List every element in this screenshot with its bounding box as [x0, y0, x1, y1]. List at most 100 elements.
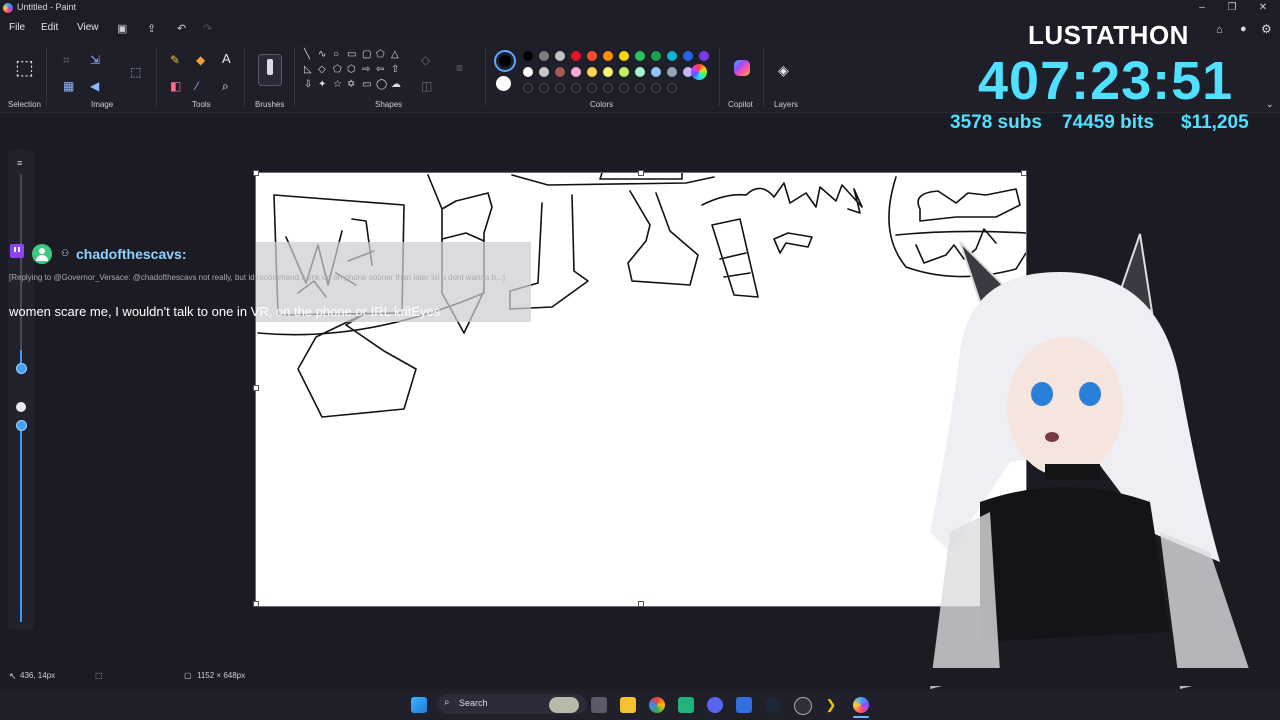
task-view-icon[interactable]	[591, 697, 607, 713]
color-swatch[interactable]	[619, 67, 629, 77]
resize-handle[interactable]	[253, 601, 259, 607]
resize-handle[interactable]	[638, 601, 644, 607]
selection-rect-icon[interactable]: ⬚	[15, 58, 34, 78]
custom-color-slot[interactable]	[587, 83, 597, 93]
custom-color-slot[interactable]	[539, 83, 549, 93]
custom-color-slot[interactable]	[603, 83, 613, 93]
color-swatch[interactable]	[523, 51, 533, 61]
magnifier-icon[interactable]: ⌕	[222, 80, 229, 92]
steam-icon[interactable]	[765, 697, 781, 713]
minimize-button[interactable]: –	[1188, 0, 1216, 16]
primary-color-ring[interactable]	[494, 50, 516, 72]
fill-icon[interactable]: ◆	[196, 54, 205, 66]
color-swatch[interactable]	[571, 67, 581, 77]
six-point-star-shape-icon[interactable]: ✡	[347, 80, 355, 90]
layers-icon[interactable]: ◈	[778, 63, 789, 77]
pentagon-shape-icon[interactable]: ⬠	[333, 65, 342, 75]
color-swatch[interactable]	[619, 51, 629, 61]
resize-handle[interactable]	[253, 170, 259, 176]
undo-icon[interactable]: ↶	[177, 22, 186, 35]
custom-color-slot[interactable]	[571, 83, 581, 93]
crop-icon[interactable]: ⌗	[63, 54, 70, 66]
custom-color-slot[interactable]	[667, 83, 677, 93]
custom-color-slot[interactable]	[651, 83, 661, 93]
resize-handle[interactable]	[638, 170, 644, 176]
down-arrow-shape-icon[interactable]: ⇩	[304, 80, 312, 90]
color-picker-icon[interactable]: ⁄	[196, 80, 198, 92]
resize-handle[interactable]	[253, 385, 259, 391]
polygon-shape-icon[interactable]: ⬠	[376, 50, 385, 60]
color-swatch[interactable]	[699, 51, 709, 61]
settings-icon[interactable]: ⚙	[1261, 22, 1272, 36]
custom-color-slot[interactable]	[523, 83, 533, 93]
maximize-button[interactable]: ❐	[1218, 0, 1246, 16]
five-point-star-shape-icon[interactable]: ☆	[333, 80, 342, 90]
menu-edit[interactable]: Edit	[41, 22, 58, 33]
callout-rect-shape-icon[interactable]: ▭	[362, 80, 371, 90]
brush-selector[interactable]	[258, 54, 282, 86]
outline-icon[interactable]: ◇	[421, 54, 430, 66]
color-swatch[interactable]	[539, 67, 549, 77]
shape-size-icon[interactable]: ≡	[456, 62, 463, 74]
color-swatch[interactable]	[651, 51, 661, 61]
chevron-down-icon[interactable]: ⌄	[1266, 98, 1274, 110]
edit-colors-icon[interactable]	[691, 64, 707, 80]
left-arrow-shape-icon[interactable]: ⇦	[376, 65, 384, 75]
hexagon-shape-icon[interactable]: ⬡	[347, 65, 356, 75]
diamond-shape-icon[interactable]: ◇	[318, 65, 326, 75]
line-shape-icon[interactable]: ╲	[304, 50, 310, 60]
color-swatch[interactable]	[603, 67, 613, 77]
color-swatch[interactable]	[539, 51, 549, 61]
feedback-icon[interactable]: ⌂	[1216, 24, 1223, 36]
account-icon[interactable]: ●	[1240, 23, 1247, 35]
custom-color-slot[interactable]	[635, 83, 645, 93]
menu-file[interactable]: File	[9, 22, 25, 33]
four-point-star-shape-icon[interactable]: ✦	[318, 80, 326, 90]
bitwarden-icon[interactable]	[736, 697, 752, 713]
save-icon[interactable]: ▣	[117, 22, 127, 35]
callout-oval-shape-icon[interactable]: ◯	[376, 80, 387, 90]
text-icon[interactable]: A	[222, 52, 231, 65]
color-swatch[interactable]	[603, 51, 613, 61]
color-swatch[interactable]	[635, 67, 645, 77]
share-icon[interactable]: ⇪	[147, 22, 156, 35]
color-swatch[interactable]	[587, 67, 597, 77]
opacity-slider-fill[interactable]	[20, 422, 22, 622]
resize-handle[interactable]	[1021, 170, 1027, 176]
pencil-icon[interactable]: ✎	[170, 54, 180, 66]
triangle-shape-icon[interactable]: △	[391, 50, 399, 60]
copilot-icon[interactable]	[734, 60, 750, 76]
color-swatch[interactable]	[635, 51, 645, 61]
close-button[interactable]: ✕	[1249, 0, 1277, 16]
rotate-icon[interactable]: ◀	[90, 80, 99, 92]
rounded-rectangle-shape-icon[interactable]: ▢	[362, 50, 371, 60]
chrome-icon[interactable]	[649, 697, 665, 713]
color-swatch[interactable]	[667, 67, 677, 77]
redo-icon[interactable]: ↷	[203, 22, 212, 35]
right-triangle-shape-icon[interactable]: ◺	[304, 65, 312, 75]
fill-shape-icon[interactable]: ◫	[421, 80, 432, 92]
plex-icon[interactable]: ❯	[823, 697, 839, 713]
up-arrow-shape-icon[interactable]: ⇧	[391, 65, 399, 75]
eraser-icon[interactable]: ◧	[170, 80, 181, 92]
menu-view[interactable]: View	[77, 22, 99, 33]
color-swatch[interactable]	[667, 51, 677, 61]
file-explorer-icon[interactable]	[620, 697, 636, 713]
color-swatch[interactable]	[523, 67, 533, 77]
size-slider-track[interactable]	[20, 174, 22, 364]
size-slider-thumb[interactable]	[16, 363, 27, 374]
color-swatch[interactable]	[651, 67, 661, 77]
custom-color-slot[interactable]	[619, 83, 629, 93]
app-icon[interactable]	[678, 697, 694, 713]
resize-icon[interactable]: ⇲	[90, 54, 100, 66]
right-arrow-shape-icon[interactable]: ⇨	[362, 65, 370, 75]
color-swatch[interactable]	[555, 51, 565, 61]
custom-color-slot[interactable]	[555, 83, 565, 93]
start-icon[interactable]	[411, 697, 427, 713]
secondary-color-swatch[interactable]	[496, 76, 511, 91]
discord-icon[interactable]	[707, 697, 723, 713]
color-swatch[interactable]	[587, 51, 597, 61]
remove-background-icon[interactable]: ▦	[63, 80, 74, 92]
color-swatch[interactable]	[555, 67, 565, 77]
color-swatch[interactable]	[571, 51, 581, 61]
